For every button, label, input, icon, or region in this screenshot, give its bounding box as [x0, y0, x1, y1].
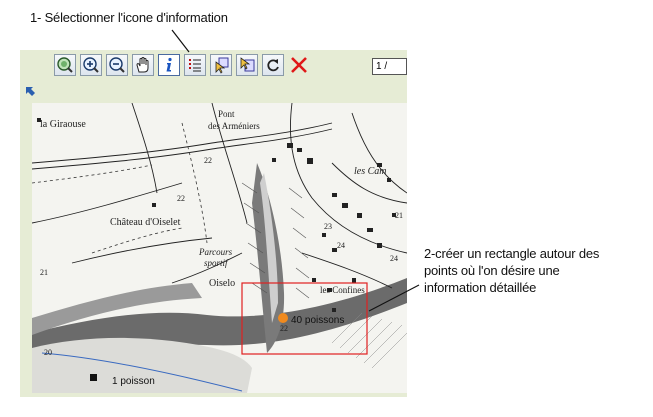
zoom-out-icon — [109, 57, 125, 73]
list-icon — [189, 59, 201, 72]
zoom-out-button[interactable] — [106, 54, 128, 76]
map-toolbar — [54, 54, 310, 76]
place-parcours: Parcours — [198, 247, 233, 257]
place-la-giraouse: la Giraouse — [40, 119, 86, 130]
instruction-step-2: 2-créer un rectangle autour des points o… — [424, 246, 600, 295]
place-oiselo: Oiselo — [209, 278, 235, 289]
place-chateau: Château d'Oiselet — [110, 217, 181, 228]
zoom-in-button[interactable] — [80, 54, 102, 76]
layer-select-icon — [215, 57, 229, 74]
layer-pointer-icon — [240, 57, 255, 72]
legend-button[interactable] — [184, 54, 206, 76]
scale-input[interactable]: 1 / — [372, 58, 407, 75]
refresh-icon — [267, 59, 279, 72]
pointer-line-step1 — [171, 29, 190, 53]
place-les-confines: les Confines — [320, 285, 365, 295]
point-label-1: 1 poisson — [112, 376, 155, 387]
elevation-label: 22 — [280, 324, 288, 333]
place-sportif: sportif — [204, 258, 229, 268]
place-des-armeniers: des Arméniers — [208, 121, 260, 131]
zoom-full-extent-button[interactable] — [54, 54, 76, 76]
expand-arrow-icon[interactable] — [25, 86, 37, 98]
fish-point-orange[interactable] — [278, 313, 288, 323]
zoom-in-icon — [83, 57, 99, 73]
select-layer-2-button[interactable] — [236, 54, 258, 76]
info-icon — [166, 57, 172, 72]
elevation-label: 21 — [40, 268, 48, 277]
refresh-button[interactable] — [262, 54, 284, 76]
elevation-label: 23 — [324, 222, 332, 231]
place-pont: Pont — [218, 109, 235, 119]
clear-button[interactable] — [288, 54, 310, 76]
instruction-step-1: 1- Sélectionner l'icone d'information — [30, 10, 228, 25]
pan-button[interactable] — [132, 54, 154, 76]
elevation-label: 20 — [44, 348, 52, 357]
place-les-cam: les Cam — [354, 166, 387, 177]
topographic-map[interactable]: la Giraouse Pont des Arméniers les Cam C… — [32, 103, 407, 393]
elevation-label: 22 — [177, 194, 185, 203]
elevation-label: 24 — [390, 254, 398, 263]
identify-button[interactable] — [158, 54, 180, 76]
globe-zoom-icon — [57, 57, 73, 73]
close-icon — [291, 57, 307, 73]
elevation-label: 21 — [395, 211, 403, 220]
elevation-label: 24 — [337, 241, 345, 250]
select-layer-1-button[interactable] — [210, 54, 232, 76]
fish-point-black[interactable] — [90, 374, 97, 381]
elevation-label: 22 — [204, 156, 212, 165]
point-label-40: 40 poissons — [291, 315, 344, 326]
hand-icon — [136, 57, 149, 73]
